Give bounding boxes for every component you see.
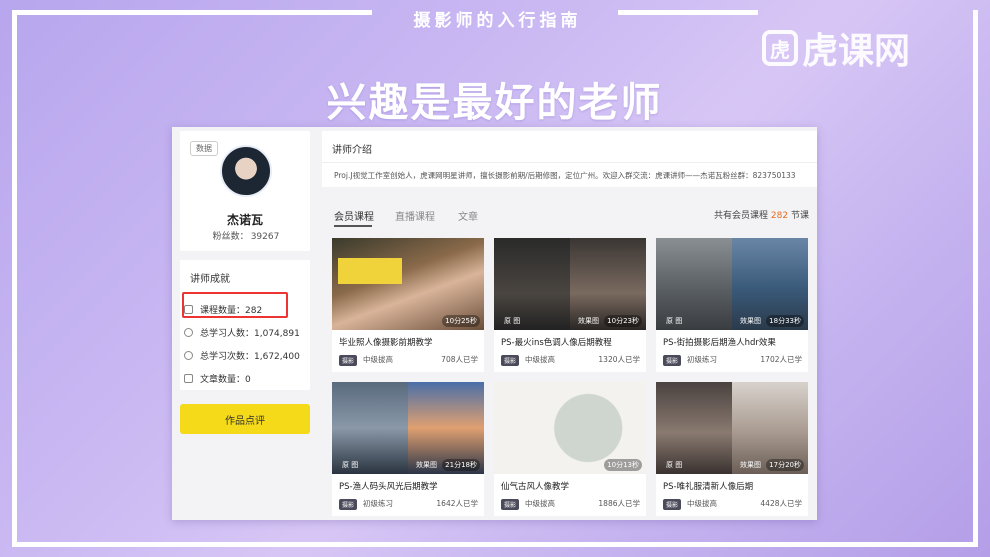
- category-badge: 摄影: [501, 499, 520, 510]
- course-card[interactable]: 原 图 效果图 21分18秒 PS-渔人码头风光后期教学 摄影 初级练习 164…: [332, 382, 484, 516]
- category-badge: 摄影: [339, 355, 358, 366]
- duration-badge: 10分25秒: [442, 315, 480, 327]
- logo-mark-icon: 虎: [762, 30, 798, 66]
- achievement-course-count: 课程数量：282: [184, 303, 262, 316]
- total-courses: 共有会员课程 282 节课: [714, 211, 809, 221]
- review-button[interactable]: 作品点评: [180, 404, 310, 434]
- logo-text: 虎课网: [802, 31, 911, 72]
- tab-articles[interactable]: 文章: [458, 208, 478, 223]
- course-thumbnail[interactable]: 10分13秒: [494, 382, 646, 474]
- learner-count: 1320人已学: [598, 355, 640, 364]
- profile-card: 数据 杰诺瓦 粉丝数： 39267: [180, 131, 310, 251]
- course-thumbnail[interactable]: 原 图 效果图 10分23秒: [494, 238, 646, 330]
- course-level: 中级拔高: [363, 355, 393, 364]
- course-title: PS-渔人码头风光后期教学: [339, 482, 438, 492]
- intro-card: 讲师介绍 Proj.J视觉工作室创始人，虎课网明星讲师，擅长摄影前期/后期修图，…: [322, 131, 817, 187]
- learner-count: 1642人已学: [436, 499, 478, 508]
- learner-count: 1886人已学: [598, 499, 640, 508]
- achievement-plays: 总学习次数：1,672,400: [184, 349, 300, 362]
- course-card[interactable]: 原 图 效果图 10分23秒 PS-最火ins色调人像后期教程 摄影 中级拔高 …: [494, 238, 646, 372]
- duration-badge: 10分23秒: [604, 315, 642, 327]
- intro-text: Proj.J视觉工作室创始人，虎课网明星讲师，擅长摄影前期/后期修图，定位广州。…: [334, 171, 796, 180]
- course-title: 毕业照人像摄影前期教学: [339, 338, 433, 348]
- course-thumbnail[interactable]: 原 图 效果图 18分33秒: [656, 238, 808, 330]
- course-title: PS-街拍摄影后期渔人hdr效果: [663, 338, 776, 348]
- course-card[interactable]: 原 图 效果图 17分20秒 PS-唯礼服清新人像后期 摄影 中级拔高 4428…: [656, 382, 808, 516]
- course-level: 中级拔高: [525, 499, 555, 508]
- category-badge: 摄影: [663, 355, 682, 366]
- user-icon: [184, 328, 193, 337]
- teacher-page-screenshot: 数据 杰诺瓦 粉丝数： 39267 讲师成就 课程数量：282 总学习人数：1,0…: [172, 127, 817, 520]
- hukewang-logo: 虎 虎课网: [762, 22, 910, 74]
- slogan: 兴趣是最好的老师: [326, 80, 663, 126]
- course-card[interactable]: 10分25秒 毕业照人像摄影前期教学 摄影 中级拔高 708人已学: [332, 238, 484, 372]
- duration-badge: 17分20秒: [766, 459, 804, 471]
- achievements-title: 讲师成就: [190, 274, 230, 285]
- fans-value: 39267: [250, 232, 280, 242]
- tab-member-courses[interactable]: 会员课程: [334, 208, 374, 223]
- profile-tag: 数据: [190, 141, 218, 156]
- course-card[interactable]: 10分13秒 仙气古风人像教学 摄影 中级拔高 1886人已学: [494, 382, 646, 516]
- achievement-articles: 文章数量：0: [184, 372, 251, 385]
- frame-top-left: [12, 10, 372, 15]
- achievement-learners: 总学习人数：1,074,891: [184, 326, 300, 339]
- achievements-card: 讲师成就: [180, 260, 310, 390]
- teacher-name: 杰诺瓦: [226, 213, 263, 227]
- course-level: 初级练习: [687, 355, 717, 364]
- tab-live-courses[interactable]: 直播课程: [395, 208, 435, 223]
- banner-header: 摄影师的入行指南: [413, 11, 582, 31]
- fans-count: 粉丝数： 39267: [180, 229, 310, 242]
- book-icon: [184, 305, 193, 314]
- total-count: 282: [770, 211, 789, 221]
- duration-badge: 18分33秒: [766, 315, 804, 327]
- fans-label: 粉丝数：: [212, 232, 249, 242]
- document-icon: [184, 374, 193, 383]
- play-icon: [184, 351, 193, 360]
- course-title: 仙气古风人像教学: [501, 482, 570, 492]
- learner-count: 4428人已学: [760, 499, 802, 508]
- active-tab-underline: [334, 225, 372, 227]
- learner-count: 1702人已学: [760, 355, 802, 364]
- course-level: 初级练习: [363, 499, 393, 508]
- category-badge: 摄影: [663, 499, 682, 510]
- thumbnail-graphic: [338, 258, 402, 284]
- tabs-bar: 会员课程 直播课程 文章 共有会员课程 282 节课: [322, 195, 817, 229]
- course-thumbnail[interactable]: 10分25秒: [332, 238, 484, 330]
- learner-count: 708人已学: [441, 355, 478, 364]
- course-thumbnail[interactable]: 原 图 效果图 17分20秒: [656, 382, 808, 474]
- course-title: PS-唯礼服清新人像后期: [663, 482, 754, 492]
- course-grid: 10分25秒 毕业照人像摄影前期教学 摄影 中级拔高 708人已学 原 图 效果…: [332, 238, 812, 518]
- intro-divider: [322, 162, 817, 163]
- course-thumbnail[interactable]: 原 图 效果图 21分18秒: [332, 382, 484, 474]
- course-card[interactable]: 原 图 效果图 18分33秒 PS-街拍摄影后期渔人hdr效果 摄影 初级练习 …: [656, 238, 808, 372]
- course-level: 中级拔高: [525, 355, 555, 364]
- category-badge: 摄影: [501, 355, 520, 366]
- course-title: PS-最火ins色调人像后期教程: [501, 338, 612, 348]
- duration-badge: 21分18秒: [442, 459, 480, 471]
- intro-title: 讲师介绍: [332, 145, 372, 156]
- duration-badge: 10分13秒: [604, 459, 642, 471]
- avatar[interactable]: [220, 145, 272, 197]
- frame-top-right: [618, 10, 758, 15]
- category-badge: 摄影: [339, 499, 358, 510]
- course-level: 中级拔高: [687, 499, 717, 508]
